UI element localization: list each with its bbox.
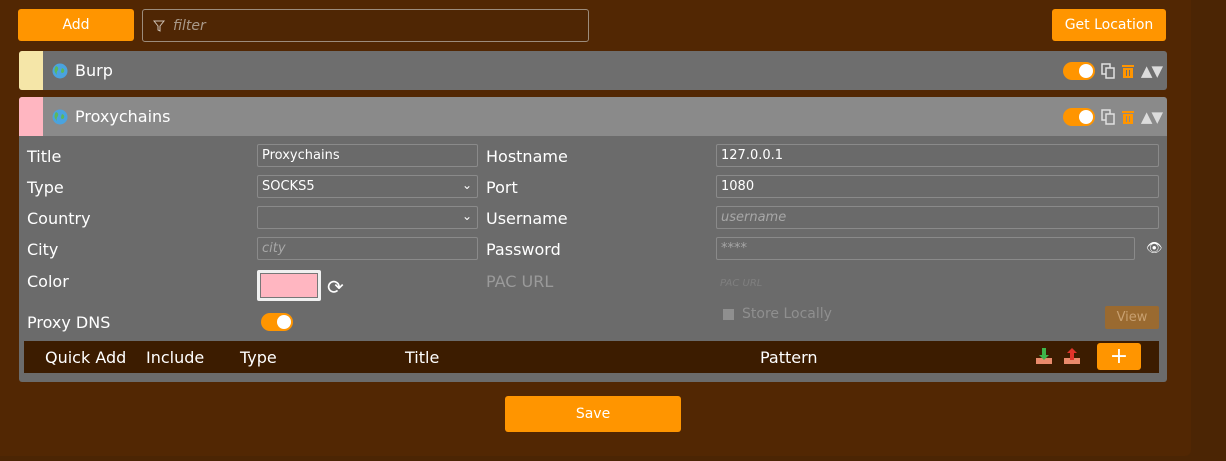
column-quick-add: Quick Add xyxy=(45,348,127,367)
chevron-down-icon: ⌄ xyxy=(461,178,472,192)
type-label: Type xyxy=(27,178,64,197)
type-value: SOCKS5 xyxy=(262,179,315,194)
view-button[interactable]: View xyxy=(1105,306,1159,329)
type-select[interactable]: SOCKS5 ⌄ xyxy=(257,175,478,198)
proxy-enabled-toggle[interactable] xyxy=(1062,107,1095,126)
save-button[interactable]: Save xyxy=(505,396,681,432)
country-select[interactable]: ⌄ xyxy=(257,206,478,229)
store-locally-checkbox[interactable]: Store Locally xyxy=(723,306,832,322)
pac-url-field[interactable]: PAC URL xyxy=(720,278,762,289)
proxy-name: Proxychains xyxy=(75,107,171,126)
proxy-name: Burp xyxy=(75,61,113,80)
password-label: Password xyxy=(486,240,561,259)
column-pattern: Pattern xyxy=(760,348,818,367)
import-icon[interactable] xyxy=(1035,347,1053,365)
eye-icon[interactable]: 👁 xyxy=(1146,241,1163,256)
filter-icon xyxy=(153,20,165,32)
hostname-label: Hostname xyxy=(486,147,568,166)
store-locally-label: Store Locally xyxy=(742,306,832,322)
main-panel: Add filter Get Location Burp ▲▼ Proxycha… xyxy=(0,0,1191,456)
proxy-item-proxychains[interactable]: Proxychains ▲▼ xyxy=(19,97,1167,136)
country-label: Country xyxy=(27,209,91,228)
export-icon[interactable] xyxy=(1063,347,1081,365)
move-up-down-icon[interactable]: ▲▼ xyxy=(1141,108,1163,126)
port-field[interactable]: 1080 xyxy=(716,175,1159,198)
color-label: Color xyxy=(27,272,69,291)
add-pattern-button[interactable]: + xyxy=(1097,343,1141,370)
column-type: Type xyxy=(240,348,277,367)
duplicate-icon[interactable] xyxy=(1101,108,1115,125)
hostname-field[interactable]: 127.0.0.1 xyxy=(716,144,1159,167)
title-field[interactable]: Proxychains xyxy=(257,144,478,167)
delete-icon[interactable] xyxy=(1121,109,1135,125)
filter-placeholder: filter xyxy=(173,17,206,34)
pac-url-label: PAC URL xyxy=(486,272,554,291)
color-picker[interactable] xyxy=(257,270,321,301)
add-button[interactable]: Add xyxy=(18,9,134,41)
username-field[interactable]: username xyxy=(716,206,1159,229)
proxy-detail-panel: Title Proxychains Type SOCKS5 ⌄ Country … xyxy=(19,136,1167,382)
city-label: City xyxy=(27,240,59,259)
proxy-color-swatch xyxy=(19,97,43,136)
proxy-color-swatch xyxy=(19,51,43,90)
duplicate-icon[interactable] xyxy=(1101,62,1115,79)
proxy-enabled-toggle[interactable] xyxy=(1062,61,1095,80)
password-field[interactable]: **** xyxy=(716,237,1135,260)
column-title: Title xyxy=(405,348,440,367)
delete-icon[interactable] xyxy=(1121,63,1135,79)
refresh-icon[interactable]: ⟳ xyxy=(327,275,344,299)
city-field[interactable]: city xyxy=(257,237,478,260)
title-label: Title xyxy=(27,147,62,166)
port-label: Port xyxy=(486,178,518,197)
username-label: Username xyxy=(486,209,568,228)
move-up-down-icon[interactable]: ▲▼ xyxy=(1141,62,1163,80)
proxy-item-burp[interactable]: Burp ▲▼ xyxy=(19,51,1167,90)
column-include: Include xyxy=(146,348,205,367)
globe-icon xyxy=(52,109,68,124)
filter-input[interactable]: filter xyxy=(142,9,589,42)
proxy-dns-toggle[interactable] xyxy=(261,313,293,331)
pattern-header: Quick Add Include Type Title Pattern + xyxy=(24,341,1159,373)
chevron-down-icon: ⌄ xyxy=(461,209,472,223)
get-location-button[interactable]: Get Location xyxy=(1052,9,1166,41)
proxy-dns-label: Proxy DNS xyxy=(27,313,111,332)
globe-icon xyxy=(52,63,68,78)
